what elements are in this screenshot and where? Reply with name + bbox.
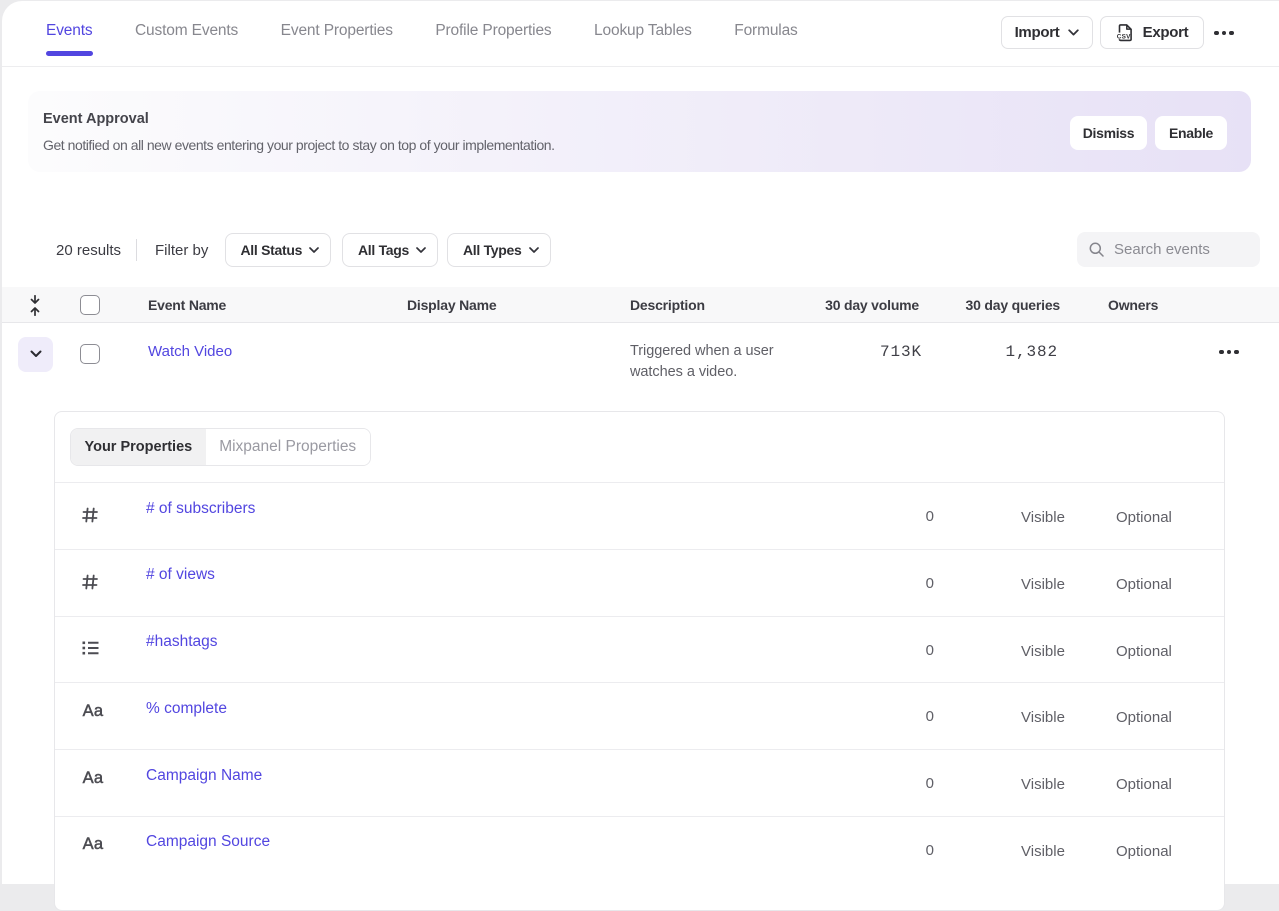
svg-text:CSV: CSV <box>1116 33 1130 40</box>
